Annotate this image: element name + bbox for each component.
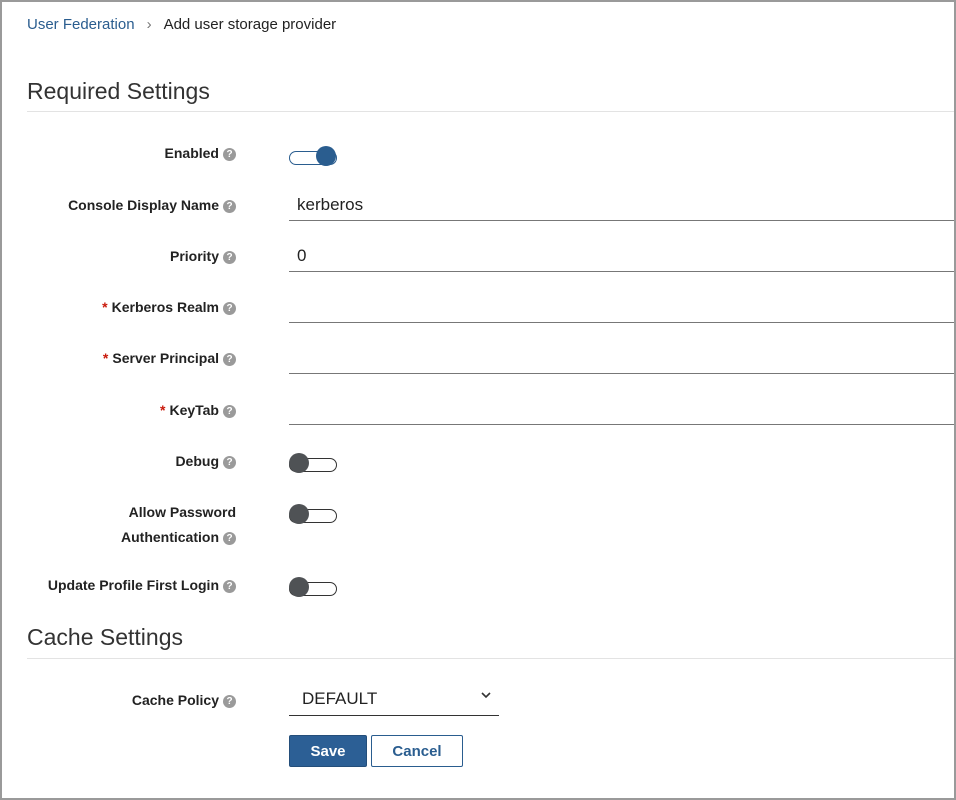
allow-password-auth-label: Allow Password Authentication? bbox=[121, 504, 236, 545]
required-asterisk: * bbox=[102, 350, 109, 366]
cancel-button[interactable]: Cancel bbox=[371, 735, 463, 767]
help-circle-icon[interactable]: ? bbox=[223, 251, 236, 264]
allow-password-auth-toggle[interactable] bbox=[289, 504, 337, 524]
console-display-name-label: Console Display Name? bbox=[16, 193, 236, 218]
toggle-knob bbox=[289, 504, 309, 524]
kerberos-realm-input[interactable] bbox=[289, 291, 954, 323]
save-button[interactable]: Save bbox=[289, 735, 367, 767]
cache-policy-label: Cache Policy? bbox=[16, 688, 236, 713]
help-circle-icon[interactable]: ? bbox=[223, 532, 236, 545]
required-asterisk: * bbox=[102, 299, 108, 315]
breadcrumb-current: Add user storage provider bbox=[163, 16, 337, 33]
help-circle-icon[interactable]: ? bbox=[223, 302, 236, 315]
help-circle-icon[interactable]: ? bbox=[223, 148, 236, 161]
server-principal-label: * Server Principal? bbox=[16, 346, 236, 371]
console-display-name-input[interactable] bbox=[289, 189, 954, 221]
priority-input[interactable] bbox=[289, 240, 954, 272]
priority-label: Priority? bbox=[16, 244, 236, 269]
help-circle-icon[interactable]: ? bbox=[223, 353, 236, 366]
cache-policy-value: DEFAULT bbox=[302, 689, 378, 708]
help-circle-icon[interactable]: ? bbox=[223, 200, 236, 213]
chevron-down-icon bbox=[481, 692, 491, 699]
cache-settings-heading: Cache Settings bbox=[27, 624, 183, 650]
required-settings-heading: Required Settings bbox=[27, 78, 210, 104]
update-profile-first-login-label: Update Profile First Login? bbox=[16, 573, 236, 598]
keytab-input[interactable] bbox=[289, 393, 954, 425]
toggle-knob bbox=[289, 577, 309, 597]
update-profile-first-login-toggle[interactable] bbox=[289, 577, 337, 597]
help-circle-icon[interactable]: ? bbox=[223, 580, 236, 593]
enabled-toggle[interactable] bbox=[289, 146, 337, 166]
toggle-knob bbox=[316, 146, 336, 166]
section-divider bbox=[27, 111, 954, 112]
page-frame: User Federation › Add user storage provi… bbox=[0, 0, 956, 800]
help-circle-icon[interactable]: ? bbox=[223, 456, 236, 469]
required-asterisk: * bbox=[160, 402, 166, 418]
debug-label: Debug? bbox=[16, 449, 236, 474]
help-circle-icon[interactable]: ? bbox=[223, 405, 236, 418]
cache-policy-select[interactable]: DEFAULT bbox=[289, 684, 499, 716]
debug-toggle[interactable] bbox=[289, 453, 337, 473]
keytab-label: * KeyTab? bbox=[16, 398, 236, 423]
toggle-knob bbox=[289, 453, 309, 473]
server-principal-input[interactable] bbox=[289, 342, 954, 374]
help-circle-icon[interactable]: ? bbox=[223, 695, 236, 708]
chevron-right-icon: › bbox=[146, 16, 152, 33]
kerberos-realm-label: * Kerberos Realm? bbox=[16, 295, 236, 320]
enabled-label: Enabled? bbox=[16, 141, 236, 166]
section-divider bbox=[27, 658, 954, 659]
breadcrumb: User Federation › Add user storage provi… bbox=[27, 16, 336, 33]
breadcrumb-user-federation-link[interactable]: User Federation bbox=[27, 16, 135, 33]
